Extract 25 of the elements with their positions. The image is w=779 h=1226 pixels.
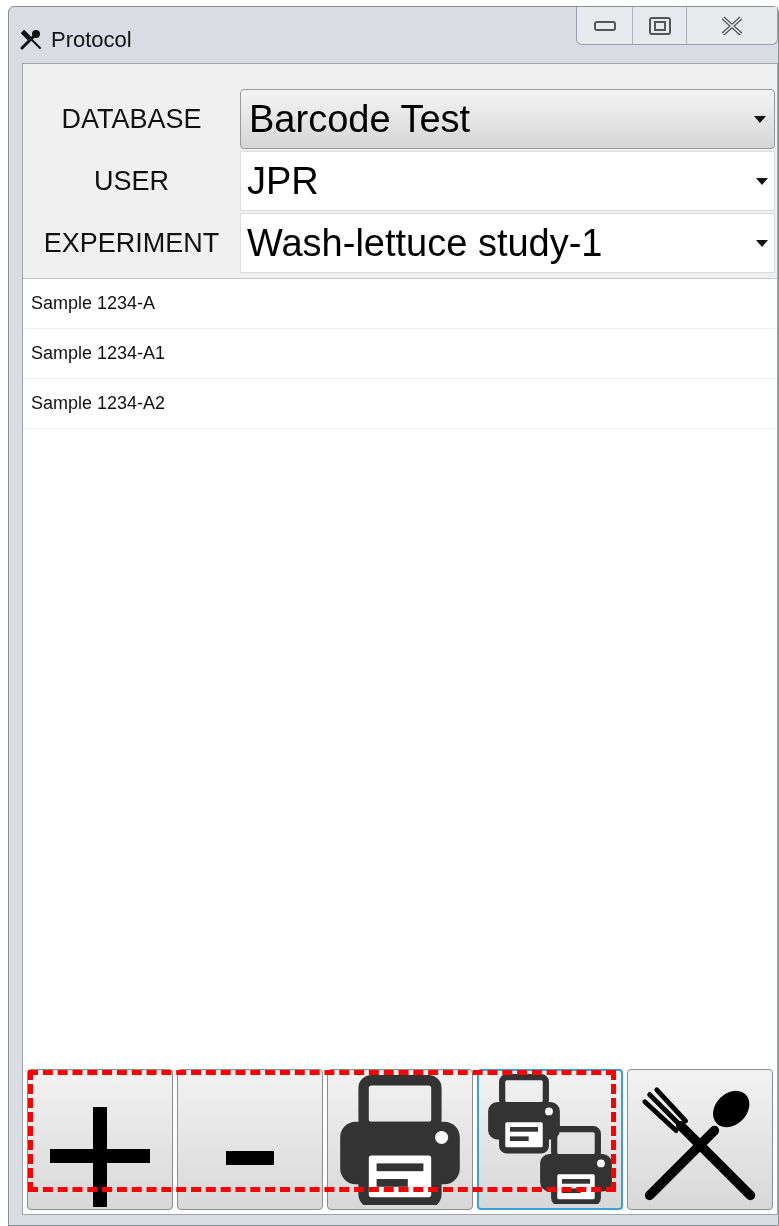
printers-button[interactable]: [477, 1069, 623, 1210]
printer-button[interactable]: [327, 1069, 473, 1210]
plus-button[interactable]: [27, 1069, 173, 1210]
cutlery-icon: [19, 27, 43, 52]
minus-icon: [226, 1151, 274, 1165]
list-item[interactable]: Sample 1234-A: [23, 279, 777, 329]
dropdown[interactable]: Barcode Test: [240, 89, 775, 149]
plus-icon: [50, 1107, 150, 1207]
caret-icon: [756, 177, 768, 185]
field-label: DATABASE: [60, 102, 203, 136]
dropdown[interactable]: JPR: [240, 151, 775, 211]
minimize-icon: [593, 20, 616, 31]
window-title: Protocol: [51, 26, 132, 54]
field-label: USER: [93, 164, 170, 198]
maximize-icon: [648, 16, 671, 35]
field-label: EXPERIMENT: [42, 226, 221, 260]
list-item[interactable]: Sample 1234-A2: [23, 379, 777, 429]
close-icon: [720, 15, 744, 36]
fork-spoon-button[interactable]: [627, 1069, 773, 1210]
printers-icon: [485, 1074, 615, 1204]
list-item[interactable]: Sample 1234-A1: [23, 329, 777, 379]
caret-icon: [754, 115, 766, 123]
minus-button[interactable]: [177, 1069, 323, 1210]
dropdown[interactable]: Wash-lettuce study-1: [240, 213, 775, 273]
caret-icon: [756, 239, 768, 247]
